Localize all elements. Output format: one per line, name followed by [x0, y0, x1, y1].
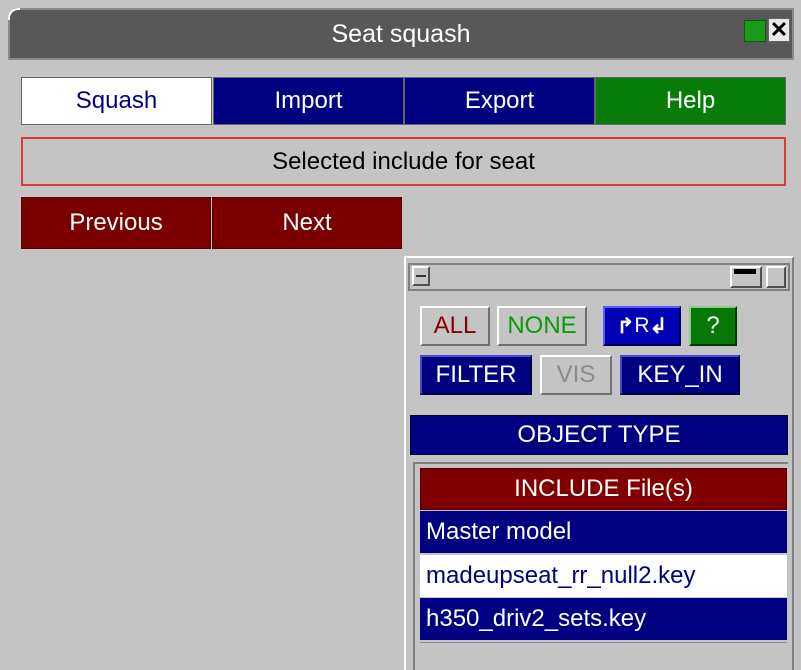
list-scroll-area[interactable]	[420, 642, 787, 670]
window-state-icon[interactable]	[744, 20, 766, 42]
vis-button[interactable]: VIS	[540, 355, 612, 395]
tab-import[interactable]: Import	[213, 77, 404, 125]
window-title: Seat squash	[331, 19, 471, 48]
next-button[interactable]: Next	[212, 197, 402, 249]
tab-help[interactable]: Help	[595, 77, 786, 125]
select-none-button[interactable]: NONE	[497, 306, 587, 346]
window-corner-marker	[8, 8, 20, 20]
list-item[interactable]: h350_driv2_sets.key	[420, 598, 787, 640]
reverse-selection-button[interactable]: ↱ R ↲	[603, 306, 681, 346]
key-in-button[interactable]: KEY_IN	[620, 355, 740, 395]
filter-button[interactable]: FILTER	[420, 355, 532, 395]
help-question-button[interactable]: ?	[689, 306, 737, 346]
minimize-icon[interactable]	[412, 266, 430, 286]
window-title-bar[interactable]: Seat squash	[8, 8, 794, 60]
tab-squash[interactable]: Squash	[21, 77, 212, 125]
arrow-up-right-icon: ↱	[616, 314, 635, 338]
maximize-icon[interactable]	[730, 266, 762, 288]
select-all-button[interactable]: ALL	[420, 306, 490, 346]
list-header: INCLUDE File(s)	[420, 468, 787, 510]
close-icon[interactable]: ✕	[768, 17, 790, 42]
reverse-label: R	[634, 314, 650, 337]
previous-button[interactable]: Previous	[21, 197, 211, 249]
list-item[interactable]: madeupseat_rr_null2.key	[420, 555, 787, 597]
object-type-button[interactable]: OBJECT TYPE	[410, 415, 788, 455]
restore-icon[interactable]	[766, 266, 786, 288]
tab-export[interactable]: Export	[404, 77, 595, 125]
list-item[interactable]: Master model	[420, 511, 787, 553]
include-label: Selected include for seat	[21, 137, 786, 186]
arrow-down-left-icon: ↲	[649, 314, 668, 338]
